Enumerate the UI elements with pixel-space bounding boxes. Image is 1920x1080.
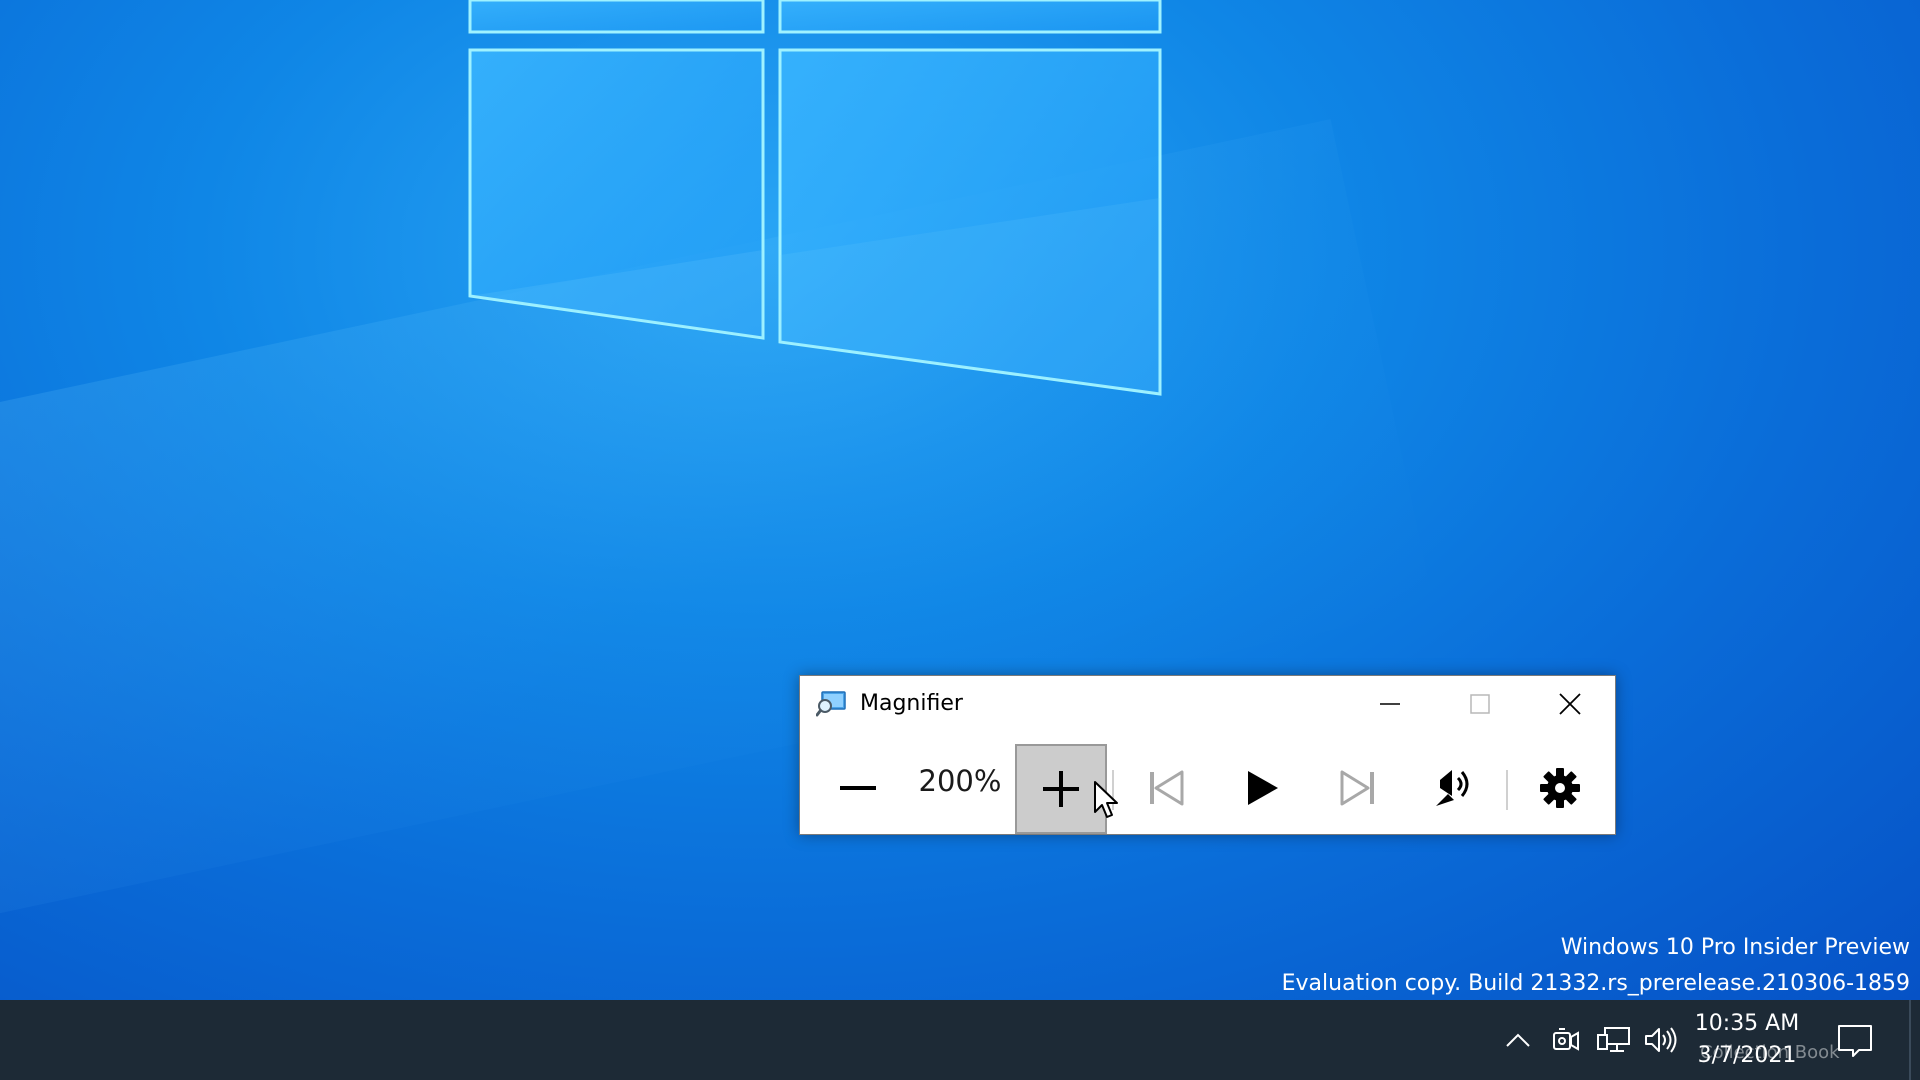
window-title: Magnifier [860, 691, 963, 716]
show-hidden-icons-button[interactable] [1500, 1022, 1536, 1058]
overlay-watermark: Collection Book [1700, 1042, 1840, 1063]
windows-logo-wallpaper [468, 0, 1162, 396]
read-from-here-icon [1436, 770, 1469, 806]
plus-icon [1043, 771, 1079, 807]
os-watermark: Windows 10 Pro Insider Preview Evaluatio… [1282, 930, 1910, 1000]
toolbar-separator [1506, 770, 1508, 810]
minimize-icon [1380, 703, 1400, 705]
maximize-icon [1470, 694, 1490, 714]
magnifier-icon [816, 691, 846, 717]
taskbar: 10:35 AM 3/7/2021 Collection Book [0, 1000, 1920, 1080]
notifications-icon[interactable] [1835, 1020, 1875, 1060]
skip-next-icon [1340, 770, 1374, 806]
settings-button[interactable] [1514, 742, 1606, 834]
close-button[interactable] [1525, 676, 1615, 732]
clock-time: 10:35 AM [1694, 1011, 1800, 1036]
minus-icon [840, 786, 876, 790]
zoom-level: 200% [918, 764, 1002, 798]
desktop-background: Windows 10 Pro Insider Preview Evaluatio… [0, 0, 1920, 1000]
camera-in-use-button[interactable] [1548, 1022, 1584, 1058]
play-icon [1248, 771, 1278, 805]
gear-icon [1540, 768, 1580, 808]
magnifier-toolbar: 200% [800, 732, 1615, 834]
minimize-button[interactable] [1345, 676, 1435, 732]
camera-in-use-icon [1553, 1028, 1579, 1051]
maximize-button [1435, 676, 1525, 732]
skip-previous-icon [1150, 770, 1184, 806]
mouse-cursor-icon [1094, 781, 1118, 818]
chevron-up-icon [1506, 1033, 1530, 1047]
zoom-out-button[interactable] [812, 742, 904, 834]
read-from-here-button[interactable] [1410, 742, 1502, 834]
watermark-edition: Windows 10 Pro Insider Preview [1560, 935, 1910, 960]
magnifier-window: Magnifier 200% [799, 675, 1616, 835]
show-desktop-button[interactable] [1909, 1000, 1911, 1080]
watermark-build: Evaluation copy. Build 21332.rs_prerelea… [1281, 971, 1910, 996]
play-button[interactable] [1216, 742, 1308, 834]
network-icon [1597, 1027, 1630, 1052]
close-icon [1559, 693, 1581, 715]
magnifier-titlebar[interactable]: Magnifier [800, 676, 1615, 732]
network-button[interactable] [1594, 1022, 1634, 1058]
next-button [1312, 742, 1404, 834]
previous-button [1120, 742, 1212, 834]
